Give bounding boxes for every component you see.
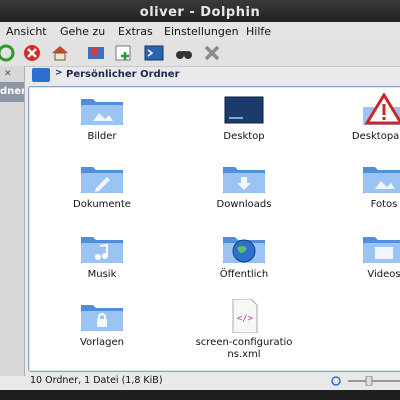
folder-videos[interactable]: Videos (329, 231, 400, 281)
window-title: oliver - Dolphin (139, 5, 261, 20)
item-label: Dokumente (73, 199, 131, 210)
menu-extras[interactable]: Extras (118, 25, 153, 38)
file-screen-configurations[interactable]: </> screen-configurations.xml (189, 299, 299, 361)
item-label: Videos (367, 269, 400, 280)
warning-folder-icon (361, 93, 400, 127)
folder-templates-lock-icon (79, 299, 125, 333)
item-label: Bilder (87, 131, 117, 142)
breadcrumb: > Persönlicher Ordner (28, 66, 400, 84)
places-item-home[interactable]: dner (0, 82, 24, 102)
folder-public-globe-icon (221, 231, 267, 265)
breadcrumb-arrow-icon: > (55, 68, 63, 78)
folder-vorlagen[interactable]: Vorlagen (47, 299, 157, 349)
menu-einstellungen[interactable]: Einstellungen (164, 25, 239, 38)
menu-gehe-zu[interactable]: Gehe zu (60, 25, 105, 38)
xml-file-icon: </> (221, 299, 267, 333)
folder-desktopauss[interactable]: Desktopauss (329, 93, 400, 143)
folder-oeffentlich[interactable]: Öffentlich (189, 231, 299, 281)
menu-bar: Ansicht Gehe zu Extras Einstellungen Hil… (0, 22, 400, 42)
item-label: Musik (87, 269, 117, 280)
file-view: Bilder Desktop Desktopauss Dokumente Dow (28, 86, 400, 372)
toolbar (0, 40, 400, 67)
reload-icon[interactable] (0, 43, 16, 63)
home-icon[interactable] (50, 43, 70, 63)
folder-fotos[interactable]: Fotos (329, 161, 400, 211)
folder-downloads-icon (221, 161, 267, 195)
folder-videos-icon (361, 231, 400, 265)
status-text: 10 Ordner, 1 Datei (1,8 KiB) (30, 375, 163, 386)
breadcrumb-label[interactable]: Persönlicher Ordner (66, 69, 180, 80)
item-label: Vorlagen (79, 337, 125, 348)
menu-ansicht[interactable]: Ansicht (6, 25, 47, 38)
panel-close-icon[interactable]: ✕ (4, 69, 12, 79)
folder-dokumente[interactable]: Dokumente (47, 161, 157, 211)
item-label: Fotos (370, 199, 398, 210)
folder-music-icon (79, 231, 125, 265)
item-label: Desktopauss (351, 131, 400, 142)
places-panel: ✕ dner (0, 66, 25, 376)
desktop-panel (0, 390, 400, 400)
folder-downloads[interactable]: Downloads (189, 161, 299, 211)
item-label: Öffentlich (219, 269, 269, 280)
menu-hilfe[interactable]: Hilfe (246, 25, 271, 38)
delete-icon[interactable] (202, 43, 222, 63)
desktop-icon (221, 93, 267, 127)
breadcrumb-home-icon[interactable] (32, 68, 50, 82)
folder-photos-icon (361, 161, 400, 195)
terminal-icon[interactable] (144, 43, 164, 63)
search-binoculars-icon[interactable] (174, 43, 194, 63)
new-tab-icon[interactable] (114, 43, 134, 63)
status-bar: 10 Ordner, 1 Datei (1,8 KiB) (28, 372, 400, 390)
folder-documents-icon (79, 161, 125, 195)
zoom-slider[interactable] (330, 376, 400, 386)
folder-musik[interactable]: Musik (47, 231, 157, 281)
folder-bilder[interactable]: Bilder (47, 93, 157, 143)
folder-desktop[interactable]: Desktop (189, 93, 299, 143)
item-label: screen-configurations.xml (195, 337, 293, 360)
dolphin-window: oliver - Dolphin Ansicht Gehe zu Extras … (0, 0, 400, 400)
svg-text:</>: </> (237, 314, 254, 324)
stop-icon[interactable] (22, 43, 42, 63)
item-label: Downloads (216, 199, 272, 210)
folder-pictures-icon (79, 93, 125, 127)
item-label: Desktop (223, 131, 265, 142)
bookmark-icon[interactable] (86, 43, 106, 63)
